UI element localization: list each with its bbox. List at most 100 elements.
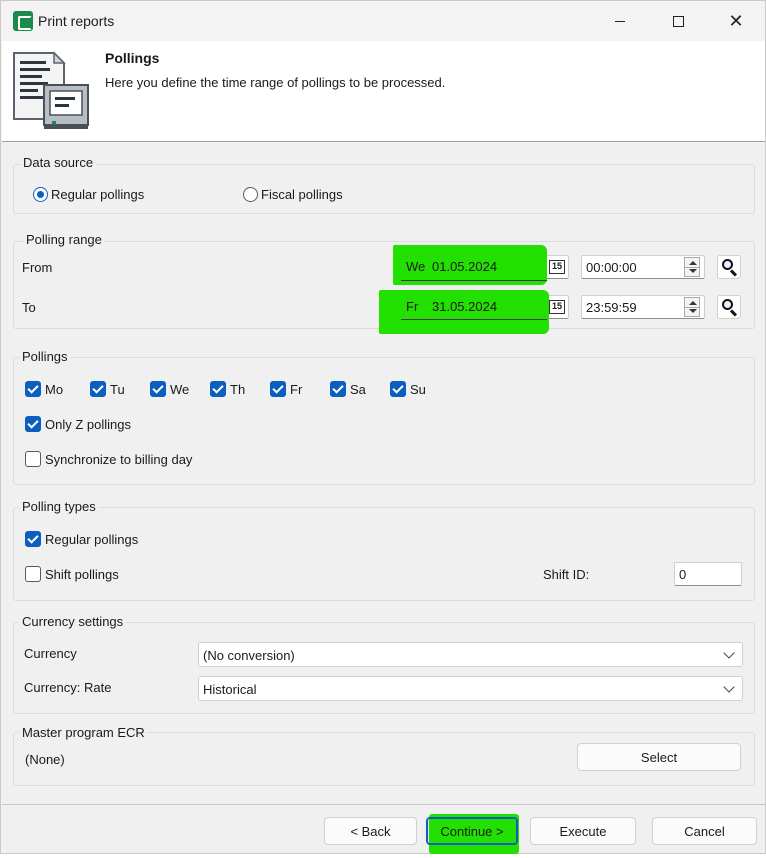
currency-rate-select[interactable]: Historical — [198, 676, 743, 701]
checkbox-label: Only Z pollings — [45, 416, 131, 432]
magnifier-handle — [729, 309, 738, 317]
to-date-value: 31.05.2024 — [432, 299, 498, 314]
checkbox-tu[interactable]: Tu — [90, 381, 125, 397]
magnifier-handle — [729, 269, 738, 277]
calendar-icon[interactable]: 15 — [549, 300, 565, 314]
back-button[interactable]: < Back — [324, 817, 417, 845]
radio-regular-pollings[interactable]: Regular pollings — [33, 187, 144, 202]
polling-types-group — [13, 507, 755, 601]
currency-label: Currency — [24, 646, 77, 661]
from-day: We — [406, 259, 426, 274]
radio-label: Regular pollings — [51, 187, 145, 202]
to-search-button[interactable] — [717, 295, 741, 319]
checkbox-box — [150, 381, 166, 397]
shift-id-input[interactable]: 0 — [674, 562, 742, 586]
spin-divider — [685, 307, 699, 308]
print-reports-window: Print reports ✕ Pollings Here you define… — [0, 0, 766, 854]
from-time-spinner[interactable] — [684, 257, 700, 277]
checkbox-label: Shift pollings — [45, 566, 119, 582]
radio-indicator — [243, 187, 258, 202]
to-time-value: 23:59:59 — [586, 300, 637, 315]
currency-value: (No conversion) — [203, 648, 295, 663]
checkbox-fr[interactable]: Fr — [270, 381, 302, 397]
checkbox-box — [270, 381, 286, 397]
maximize-icon — [672, 15, 684, 27]
select-button[interactable]: Select — [577, 743, 741, 771]
checkbox-regular-pollings[interactable]: Regular pollings — [25, 531, 138, 547]
master-program-title: Master program ECR — [19, 725, 148, 740]
minimize-button[interactable] — [591, 1, 649, 41]
checkbox-only-z-pollings[interactable]: Only Z pollings — [25, 416, 131, 432]
spin-up-icon — [689, 261, 697, 265]
checkbox-th[interactable]: Th — [210, 381, 245, 397]
checkbox-label: Th — [230, 381, 246, 397]
master-program-value: (None) — [25, 752, 65, 767]
checkbox-box — [390, 381, 406, 397]
chevron-down-icon — [723, 681, 735, 693]
page-title: Pollings — [105, 50, 160, 66]
checkbox-label: Tu — [110, 381, 125, 397]
chevron-down-icon — [723, 647, 735, 659]
radio-fiscal-pollings[interactable]: Fiscal pollings — [243, 187, 343, 202]
currency-select[interactable]: (No conversion) — [198, 642, 743, 667]
radio-label: Fiscal pollings — [261, 187, 343, 202]
polling-types-title: Polling types — [19, 499, 99, 514]
checkbox-label: Su — [410, 381, 426, 397]
checkbox-sync-billing-day[interactable]: Synchronize to billing day — [25, 451, 192, 467]
checkbox-label: We — [170, 381, 190, 397]
wizard-header: Pollings Here you define the time range … — [2, 41, 765, 142]
checkbox-box — [25, 566, 41, 582]
polling-range-title: Polling range — [23, 232, 105, 247]
checkbox-box — [25, 531, 41, 547]
radio-indicator — [33, 187, 48, 202]
currency-rate-label: Currency: Rate — [24, 680, 112, 695]
footer-divider — [2, 804, 765, 805]
execute-button[interactable]: Execute — [530, 817, 636, 845]
checkbox-box — [330, 381, 346, 397]
to-label: To — [22, 300, 36, 315]
maximize-button[interactable] — [649, 1, 707, 41]
to-day: Fr — [406, 299, 419, 314]
shift-id-value: 0 — [679, 567, 687, 582]
checkbox-sa[interactable]: Sa — [330, 381, 366, 397]
checkbox-su[interactable]: Su — [390, 381, 426, 397]
spin-divider — [685, 267, 699, 268]
checkbox-box — [25, 416, 41, 432]
checkbox-label: Mo — [45, 381, 64, 397]
minimize-icon — [615, 20, 625, 22]
from-date-underline — [401, 280, 547, 281]
checkbox-label: Fr — [290, 381, 303, 397]
spin-down-icon — [689, 309, 697, 313]
from-label: From — [22, 260, 53, 275]
spin-down-icon — [689, 269, 697, 273]
checkbox-box — [210, 381, 226, 397]
checkbox-label: Sa — [350, 381, 366, 397]
checkbox-label: Regular pollings — [45, 531, 139, 547]
from-search-button[interactable] — [717, 255, 741, 279]
from-time-value: 00:00:00 — [586, 260, 637, 275]
page-subtitle: Here you define the time range of pollin… — [105, 75, 446, 90]
calendar-icon[interactable]: 15 — [549, 260, 565, 274]
pollings-title: Pollings — [19, 349, 71, 364]
app-icon — [13, 11, 33, 31]
close-button[interactable]: ✕ — [707, 1, 765, 41]
data-source-title: Data source — [20, 155, 97, 170]
title-bar: Print reports ✕ — [1, 1, 765, 41]
continue-button[interactable]: Continue > — [426, 817, 518, 845]
checkbox-box — [90, 381, 106, 397]
report-document-icon — [13, 51, 89, 129]
checkbox-shift-pollings[interactable]: Shift pollings — [25, 566, 119, 582]
to-date-underline — [401, 319, 547, 320]
to-time-spinner[interactable] — [684, 297, 700, 317]
checkbox-box — [25, 381, 41, 397]
checkbox-mo[interactable]: Mo — [25, 381, 63, 397]
checkbox-label: Synchronize to billing day — [45, 451, 193, 467]
from-date-value: 01.05.2024 — [432, 259, 498, 274]
currency-settings-title: Currency settings — [19, 614, 127, 629]
checkbox-we[interactable]: We — [150, 381, 189, 397]
cancel-button[interactable]: Cancel — [652, 817, 757, 845]
window-title: Print reports — [38, 13, 115, 29]
currency-rate-value: Historical — [203, 682, 257, 697]
close-icon: ✕ — [728, 11, 744, 31]
spin-up-icon — [689, 301, 697, 305]
